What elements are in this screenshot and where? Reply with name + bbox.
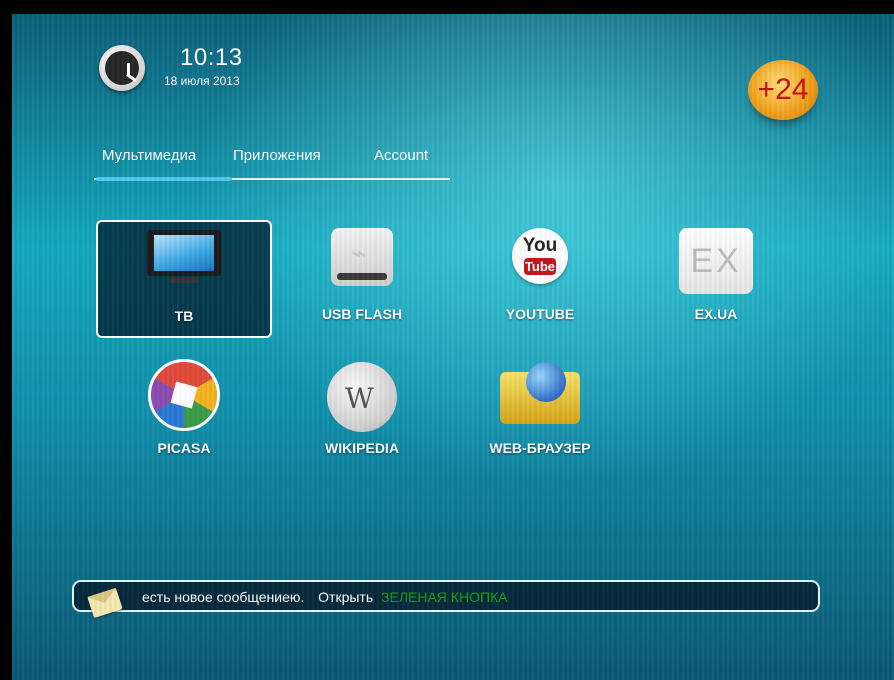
app-label: EX.UA — [694, 306, 738, 322]
tab-underline — [94, 178, 450, 180]
clock-date: 18 июля 2013 — [164, 74, 240, 88]
app-tile-usb-flash[interactable]: ⌁ USB FLASH — [274, 220, 450, 338]
message-open-action[interactable]: Открыть — [318, 589, 373, 605]
app-label: YOUTUBE — [505, 306, 575, 322]
app-label: USB FLASH — [321, 306, 403, 322]
clock-icon — [99, 45, 145, 91]
ex-ua-icon: EX — [679, 228, 753, 294]
envelope-icon — [87, 587, 123, 619]
app-label: WEB-БРАУЗЕР — [489, 440, 591, 456]
youtube-icon: You Tube — [512, 228, 568, 284]
message-notification-bar[interactable]: есть новое сообщениею. Открыть ЗЕЛЕНАЯ К… — [72, 580, 820, 619]
message-text-row: есть новое сообщениею. Открыть ЗЕЛЕНАЯ К… — [142, 589, 508, 605]
green-button-hint: ЗЕЛЕНАЯ КНОПКА — [381, 589, 508, 605]
tv-screen: 10:13 18 июля 2013 +24 Мультимедиа Прило… — [12, 14, 894, 680]
tab-active-indicator — [96, 177, 232, 181]
app-tile-web-browser[interactable]: WEB-БРАУЗЕР — [452, 354, 628, 472]
message-text: есть новое сообщениею. — [142, 589, 305, 605]
app-tile-tv[interactable]: ТВ — [96, 220, 272, 338]
usb-flash-icon: ⌁ — [331, 228, 393, 286]
app-tile-youtube[interactable]: You Tube YOUTUBE — [452, 220, 628, 338]
tab-bar: Мультимедиа Приложения Account — [94, 144, 454, 188]
wikipedia-icon: W — [327, 362, 397, 432]
app-tile-wikipedia[interactable]: W WIKIPEDIA — [274, 354, 450, 472]
tab-account[interactable]: Account — [374, 147, 428, 164]
app-label: WIKIPEDIA — [325, 440, 399, 456]
app-label: ТВ — [174, 308, 194, 324]
app-tile-picasa[interactable]: PICASA — [96, 354, 272, 472]
tab-multimedia[interactable]: Мультимедиа — [102, 147, 196, 164]
tab-applications[interactable]: Приложения — [233, 147, 321, 164]
plus24-badge: +24 — [748, 60, 818, 120]
clock-time: 10:13 — [180, 44, 243, 71]
app-label: PICASA — [157, 440, 211, 456]
picasa-icon — [148, 359, 220, 431]
web-browser-icon — [500, 362, 580, 424]
app-tile-ex-ua[interactable]: EX EX.UA — [628, 220, 804, 338]
tv-icon — [147, 230, 221, 286]
